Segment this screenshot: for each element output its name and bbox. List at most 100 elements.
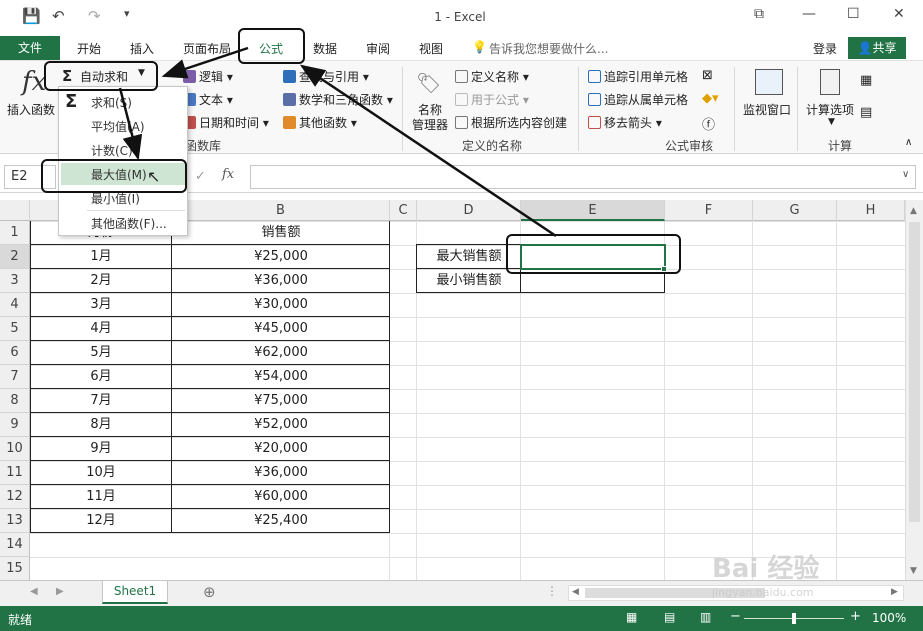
sales-cell[interactable]: ¥75,000 bbox=[172, 389, 390, 413]
normal-view-icon[interactable]: ▦ bbox=[626, 610, 637, 624]
column-header[interactable]: B bbox=[172, 200, 390, 221]
maximize-icon[interactable]: ☐ bbox=[847, 6, 860, 22]
watch-window-button[interactable]: 监视窗口 bbox=[743, 101, 791, 118]
trace-dependents-button[interactable]: 追踪从属单元格 bbox=[588, 91, 688, 108]
month-cell[interactable]: 9月 bbox=[30, 437, 172, 461]
menu-item-more-functions[interactable]: 其他函数(F)... bbox=[91, 215, 167, 232]
vertical-scrollbar[interactable]: ▲ ▼ bbox=[905, 200, 923, 580]
row-header[interactable]: 12 bbox=[0, 485, 30, 509]
share-button[interactable]: 👤共享 bbox=[848, 37, 906, 59]
month-cell[interactable]: 2月 bbox=[30, 269, 172, 293]
sales-cell[interactable]: ¥45,000 bbox=[172, 317, 390, 341]
menu-item-average[interactable]: 平均值(A) bbox=[91, 118, 145, 135]
tab-file[interactable]: 文件 bbox=[0, 36, 60, 60]
month-cell[interactable]: 12月 bbox=[30, 509, 172, 533]
sales-cell[interactable]: ¥25,400 bbox=[172, 509, 390, 533]
sales-cell[interactable]: ¥60,000 bbox=[172, 485, 390, 509]
next-sheet-icon[interactable]: ▶ bbox=[56, 586, 64, 597]
page-layout-view-icon[interactable]: ▤ bbox=[664, 610, 675, 624]
math-button[interactable]: 数学和三角函数 ▾ bbox=[283, 91, 393, 108]
split-handle-icon[interactable]: ⋮ bbox=[546, 584, 558, 598]
tab-insert[interactable]: 插入 bbox=[130, 40, 154, 57]
sales-cell[interactable]: ¥62,000 bbox=[172, 341, 390, 365]
row-header[interactable]: 6 bbox=[0, 341, 30, 365]
month-cell[interactable]: 11月 bbox=[30, 485, 172, 509]
ribbon-options-icon[interactable]: ⧉ bbox=[754, 6, 764, 22]
month-cell[interactable]: 5月 bbox=[30, 341, 172, 365]
row-header[interactable]: 9 bbox=[0, 413, 30, 437]
calc-options-button[interactable]: 计算选项 bbox=[806, 101, 854, 118]
scroll-down-icon[interactable]: ▼ bbox=[910, 566, 917, 576]
sales-cell[interactable]: ¥36,000 bbox=[172, 269, 390, 293]
row-header[interactable]: 3 bbox=[0, 269, 30, 293]
sales-cell[interactable]: ¥54,000 bbox=[172, 365, 390, 389]
zoom-in-icon[interactable]: + bbox=[850, 609, 861, 624]
customize-qat-icon[interactable]: ▾ bbox=[124, 7, 130, 20]
row-header[interactable]: 10 bbox=[0, 437, 30, 461]
month-cell[interactable]: 8月 bbox=[30, 413, 172, 437]
minimize-icon[interactable]: — bbox=[802, 6, 816, 22]
redo-icon[interactable]: ↷ bbox=[88, 7, 101, 25]
undo-icon[interactable]: ↶ bbox=[52, 7, 65, 25]
error-checking-icon[interactable]: ◆▾ bbox=[702, 91, 719, 106]
row-header[interactable]: 4 bbox=[0, 293, 30, 317]
scroll-left-icon[interactable]: ◀ bbox=[572, 587, 579, 597]
row-header[interactable]: 7 bbox=[0, 365, 30, 389]
menu-item-count[interactable]: 计数(C) bbox=[91, 142, 133, 159]
column-header[interactable]: E bbox=[521, 200, 665, 221]
formula-input[interactable] bbox=[250, 165, 916, 189]
insert-function-icon[interactable]: fx bbox=[222, 167, 234, 182]
logical-button[interactable]: 逻辑 ▾ bbox=[183, 68, 233, 85]
menu-item-sum[interactable]: 求和(S) bbox=[91, 94, 132, 111]
use-in-formula-button[interactable]: 用于公式 ▾ bbox=[455, 91, 529, 108]
trace-precedents-button[interactable]: 追踪引用单元格 bbox=[588, 68, 688, 85]
zoom-out-icon[interactable]: − bbox=[730, 609, 741, 624]
scroll-right-icon[interactable]: ▶ bbox=[891, 587, 898, 597]
column-header[interactable]: H bbox=[837, 200, 905, 221]
lookup-button[interactable]: 查找与引用 ▾ bbox=[283, 68, 369, 85]
tab-view[interactable]: 视图 bbox=[419, 40, 443, 57]
tell-me-input[interactable]: 告诉我您想要做什么... bbox=[489, 40, 608, 57]
row-header[interactable]: 5 bbox=[0, 317, 30, 341]
expand-formula-bar-icon[interactable]: ∨ bbox=[902, 169, 909, 180]
show-formulas-icon[interactable]: ⊠ bbox=[702, 68, 713, 83]
tab-page-layout[interactable]: 页面布局 bbox=[183, 40, 231, 57]
month-cell[interactable]: 10月 bbox=[30, 461, 172, 485]
insert-function-button[interactable]: 插入函数 bbox=[7, 101, 55, 118]
row-header[interactable]: 13 bbox=[0, 509, 30, 533]
column-header[interactable]: D bbox=[417, 200, 521, 221]
row-header[interactable]: 2 bbox=[0, 245, 30, 269]
month-cell[interactable]: 4月 bbox=[30, 317, 172, 341]
row-header[interactable]: 1 bbox=[0, 221, 30, 245]
remove-arrows-button[interactable]: 移去箭头 ▾ bbox=[588, 114, 662, 131]
row-header[interactable]: 15 bbox=[0, 557, 30, 581]
sheet-tab-sheet1[interactable]: Sheet1 bbox=[102, 581, 168, 604]
calculate-now-icon[interactable]: ▦ bbox=[860, 73, 872, 88]
function-icon[interactable]: fx bbox=[22, 67, 46, 97]
sales-cell[interactable]: ¥25,000 bbox=[172, 245, 390, 269]
save-icon[interactable]: 💾 bbox=[22, 7, 41, 25]
sales-cell[interactable]: ¥52,000 bbox=[172, 413, 390, 437]
select-all-corner[interactable] bbox=[0, 200, 30, 221]
month-cell[interactable]: 6月 bbox=[30, 365, 172, 389]
cell-d3[interactable]: 最小销售额 bbox=[417, 269, 521, 293]
column-header[interactable]: G bbox=[753, 200, 837, 221]
tab-data[interactable]: 数据 bbox=[313, 40, 337, 57]
collapse-ribbon-icon[interactable]: ∧ bbox=[905, 137, 912, 148]
zoom-level[interactable]: 100% bbox=[872, 611, 906, 625]
chevron-down-icon[interactable]: ▼ bbox=[828, 117, 835, 127]
zoom-slider-thumb[interactable] bbox=[792, 613, 796, 624]
sales-cell[interactable]: ¥20,000 bbox=[172, 437, 390, 461]
row-header[interactable]: 8 bbox=[0, 389, 30, 413]
scroll-up-icon[interactable]: ▲ bbox=[910, 206, 917, 216]
text-button[interactable]: 文本 ▾ bbox=[183, 91, 233, 108]
login-link[interactable]: 登录 bbox=[813, 40, 837, 57]
other-functions-button[interactable]: 其他函数 ▾ bbox=[283, 114, 357, 131]
tab-review[interactable]: 审阅 bbox=[366, 40, 390, 57]
add-sheet-icon[interactable]: ⊕ bbox=[203, 583, 216, 601]
enter-icon[interactable]: ✓ bbox=[195, 169, 206, 184]
worksheet-grid[interactable]: A B C D E F G H 1 2 3 4 5 6 7 8 9 10 11 … bbox=[0, 200, 905, 581]
cell-b1[interactable]: 销售额 bbox=[172, 221, 390, 245]
sales-cell[interactable]: ¥36,000 bbox=[172, 461, 390, 485]
evaluate-formula-icon[interactable]: ⓕ bbox=[702, 114, 715, 133]
